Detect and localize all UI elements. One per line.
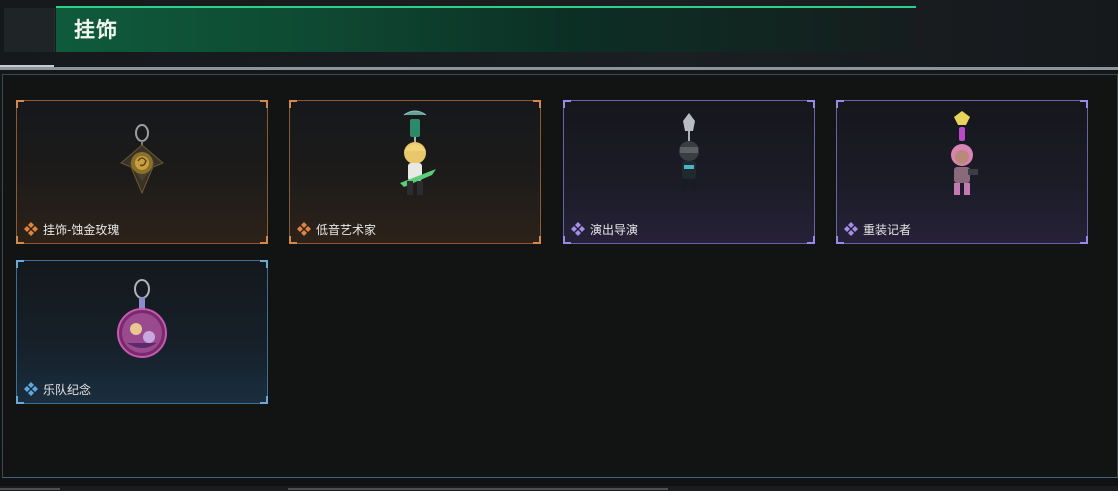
rarity-diamond-icon	[844, 222, 858, 236]
charm-card[interactable]: 低音艺术家	[289, 100, 541, 244]
charm-card[interactable]: 重装记者	[836, 100, 1088, 244]
charm-name: 乐队纪念	[43, 382, 92, 397]
charm-name: 挂饰-蚀金玫瑰	[43, 222, 120, 237]
rarity-diamond-icon	[24, 382, 38, 396]
reporter-charm-icon	[951, 111, 978, 195]
rarity-diamond-icon	[297, 222, 311, 236]
rarity-diamond-icon	[24, 222, 38, 236]
charm-screen: 挂饰 挂饰-蚀金玫瑰 低音艺术家 演出导演 重装记者 乐队纪念	[0, 0, 1118, 491]
charm-card[interactable]: 乐队纪念	[16, 260, 268, 404]
band-badge-charm-icon	[117, 279, 167, 358]
charm-name: 重装记者	[863, 222, 912, 237]
charm-grid-panel: 挂饰-蚀金玫瑰 低音艺术家 演出导演 重装记者 乐队纪念	[2, 74, 1118, 478]
charm-card[interactable]: 演出导演	[563, 100, 815, 244]
page-title: 挂饰	[74, 18, 118, 42]
charm-name: 低音艺术家	[316, 222, 377, 237]
bassist-charm-icon	[400, 110, 436, 195]
title-band	[56, 6, 916, 52]
header-divider	[0, 67, 1118, 70]
director-charm-icon	[679, 113, 699, 191]
bottom-divider	[0, 486, 1118, 491]
charm-card[interactable]: 挂饰-蚀金玫瑰	[16, 100, 268, 244]
rose-charm-icon	[120, 124, 164, 195]
header-bar: 挂饰	[0, 0, 1118, 70]
back-button[interactable]	[4, 8, 55, 52]
charm-name: 演出导演	[590, 222, 639, 237]
rarity-diamond-icon	[571, 222, 585, 236]
